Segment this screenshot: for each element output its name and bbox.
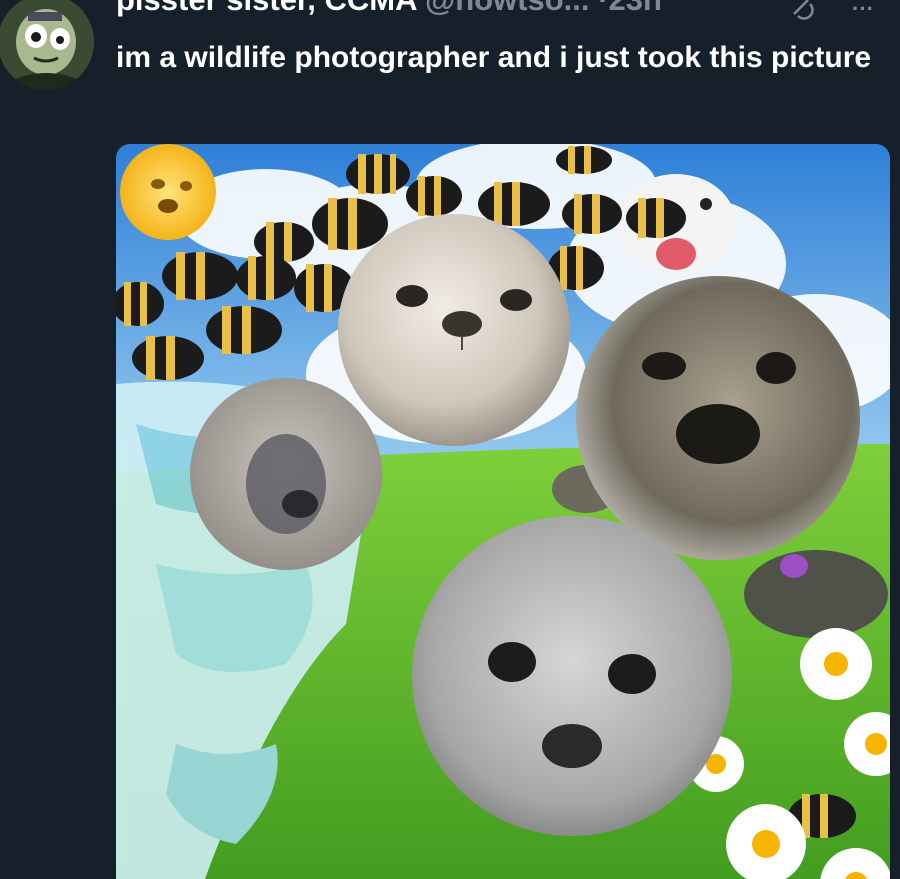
- tweet-image[interactable]: [116, 144, 890, 879]
- display-name[interactable]: pisster sister, CCMA: [116, 0, 416, 17]
- separator-dot: ·: [598, 0, 608, 17]
- avatar-character-icon: [0, 0, 94, 90]
- more-icon[interactable]: ···: [852, 0, 874, 26]
- grok-icon[interactable]: [790, 0, 814, 26]
- tweet-text: im a wildlife photographer and i just to…: [116, 41, 872, 74]
- header-actions: ···: [790, 0, 874, 26]
- user-handle[interactable]: @howtso...: [425, 0, 590, 17]
- tweet-header: pisster sister, CCMA @howtso... ·23h: [116, 0, 662, 18]
- avatar[interactable]: [0, 0, 94, 90]
- seal-collage-image: [116, 144, 890, 879]
- tweet-card: pisster sister, CCMA @howtso... ·23h ···…: [0, 0, 900, 879]
- timestamp[interactable]: 23h: [608, 0, 661, 17]
